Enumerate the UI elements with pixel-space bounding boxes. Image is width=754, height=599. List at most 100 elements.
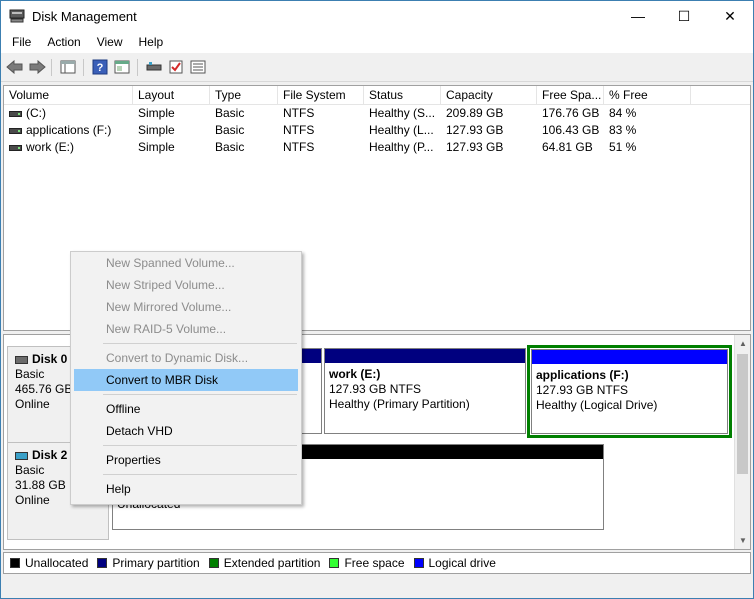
toolbar: ? [1, 53, 753, 82]
rescan-icon [146, 62, 162, 71]
drive-icon [9, 144, 22, 151]
col-file-system[interactable]: File System [278, 86, 364, 105]
legend-item: Free space [329, 556, 405, 570]
partition-title: work (E:) [329, 367, 381, 381]
menu-separator [103, 394, 297, 395]
menu-bar: File Action View Help [1, 31, 753, 53]
scroll-thumb[interactable] [737, 354, 748, 474]
forward-arrow-icon [29, 60, 46, 74]
forward-button[interactable] [27, 58, 47, 76]
details-icon [190, 60, 206, 74]
back-arrow-icon [6, 60, 23, 74]
menu-help-item[interactable]: Help [74, 478, 298, 500]
layout-cell: Simple [138, 106, 175, 120]
context-menu: New Spanned Volume... New Striped Volume… [70, 251, 302, 505]
col-free-space[interactable]: Free Spa... [537, 86, 604, 105]
maximize-button[interactable]: ☐ [661, 1, 707, 31]
legend-item: Primary partition [97, 556, 200, 570]
partition-work[interactable]: work (E:) 127.93 GB NTFS Healthy (Primar… [324, 348, 526, 434]
scroll-down-icon[interactable]: ▼ [735, 532, 751, 549]
percent-free-cell: 51 % [609, 140, 637, 154]
layout-cell: Simple [138, 123, 175, 137]
extended-partition[interactable]: applications (F:) 127.93 GB NTFS Healthy… [527, 345, 732, 438]
menu-new-striped-volume[interactable]: New Striped Volume... [74, 274, 298, 296]
help-button[interactable]: ? [90, 58, 110, 76]
maximize-icon: ☐ [677, 7, 691, 24]
layout-cell: Simple [138, 140, 175, 154]
scroll-up-icon[interactable]: ▲ [735, 335, 751, 352]
menu-separator [103, 445, 297, 446]
table-row[interactable]: (C:) Simple Basic NTFS Healthy (S... 209… [4, 105, 750, 122]
disk-name: Disk 0 [32, 352, 68, 366]
list-header: Volume Layout Type File System Status Ca… [4, 86, 750, 105]
col-capacity[interactable]: Capacity [441, 86, 537, 105]
svg-text:?: ? [97, 62, 104, 74]
hard-disk-icon [15, 355, 28, 364]
minimize-icon: — [631, 8, 645, 24]
check-button[interactable] [166, 58, 186, 76]
drive-icon [9, 110, 22, 117]
disk-management-app-icon [9, 9, 25, 23]
col-volume[interactable]: Volume [4, 86, 133, 105]
fs-cell: NTFS [283, 106, 315, 120]
col-status[interactable]: Status [364, 86, 441, 105]
table-row[interactable]: work (E:) Simple Basic NTFS Healthy (P..… [4, 139, 750, 156]
menu-separator [103, 343, 297, 344]
type-cell: Basic [215, 106, 245, 120]
back-button[interactable] [5, 58, 25, 76]
title-bar: Disk Management — ☐ ✕ [1, 1, 753, 31]
check-icon [169, 60, 183, 74]
capacity-cell: 209.89 GB [446, 106, 504, 120]
properties-icon [114, 60, 130, 74]
menu-new-mirrored-volume[interactable]: New Mirrored Volume... [74, 296, 298, 318]
table-row[interactable]: applications (F:) Simple Basic NTFS Heal… [4, 122, 750, 139]
capacity-cell: 127.93 GB [446, 123, 504, 137]
legend-item: Logical drive [413, 556, 496, 570]
disk-name: Disk 2 [32, 448, 68, 462]
partition-status: Healthy (Logical Drive) [536, 398, 658, 412]
minimize-button[interactable]: — [615, 1, 661, 31]
properties-button[interactable] [112, 58, 132, 76]
logical-drive-swatch [413, 558, 424, 568]
col-percent-free[interactable]: % Free [604, 86, 691, 105]
partition-status: Healthy (Primary Partition) [329, 397, 470, 411]
close-button[interactable]: ✕ [707, 1, 753, 31]
console-tree-button[interactable] [58, 58, 78, 76]
menu-help[interactable]: Help [131, 33, 172, 51]
close-icon: ✕ [724, 7, 736, 24]
volume-name: (C:) [26, 106, 46, 120]
menu-view[interactable]: View [89, 33, 131, 51]
extended-partition-swatch [208, 558, 219, 568]
partition-size: 127.93 GB NTFS [329, 382, 422, 396]
partition-applications[interactable]: applications (F:) 127.93 GB NTFS Healthy… [531, 349, 728, 434]
menu-convert-dynamic[interactable]: Convert to Dynamic Disk... [74, 347, 298, 369]
volume-name: applications (F:) [26, 123, 112, 137]
virtual-disk-icon [15, 451, 28, 460]
status-cell: Healthy (S... [369, 106, 436, 120]
menu-properties[interactable]: Properties [74, 449, 298, 471]
col-type[interactable]: Type [210, 86, 278, 105]
partition-size: 127.93 GB NTFS [536, 383, 629, 397]
menu-detach-vhd[interactable]: Detach VHD [74, 420, 298, 442]
capacity-cell: 127.93 GB [446, 140, 504, 154]
fs-cell: NTFS [283, 140, 315, 154]
type-cell: Basic [215, 123, 245, 137]
menu-convert-mbr[interactable]: Convert to MBR Disk [74, 369, 298, 391]
menu-new-spanned-volume[interactable]: New Spanned Volume... [74, 252, 298, 274]
rescan-button[interactable] [144, 58, 164, 76]
col-layout[interactable]: Layout [133, 86, 210, 105]
menu-action[interactable]: Action [39, 33, 88, 51]
free-space-swatch [329, 558, 340, 568]
free-space-cell: 176.76 GB [542, 106, 600, 120]
menu-offline[interactable]: Offline [74, 398, 298, 420]
details-button[interactable] [188, 58, 208, 76]
legend: Unallocated Primary partition Extended p… [3, 552, 751, 574]
menu-new-raid5-volume[interactable]: New RAID-5 Volume... [74, 318, 298, 340]
percent-free-cell: 83 % [609, 123, 637, 137]
percent-free-cell: 84 % [609, 106, 637, 120]
menu-file[interactable]: File [4, 33, 39, 51]
primary-partition-swatch [97, 558, 108, 568]
drive-icon [9, 127, 22, 134]
volume-name: work (E:) [26, 140, 74, 154]
vertical-scrollbar[interactable]: ▲ ▼ [734, 335, 750, 549]
